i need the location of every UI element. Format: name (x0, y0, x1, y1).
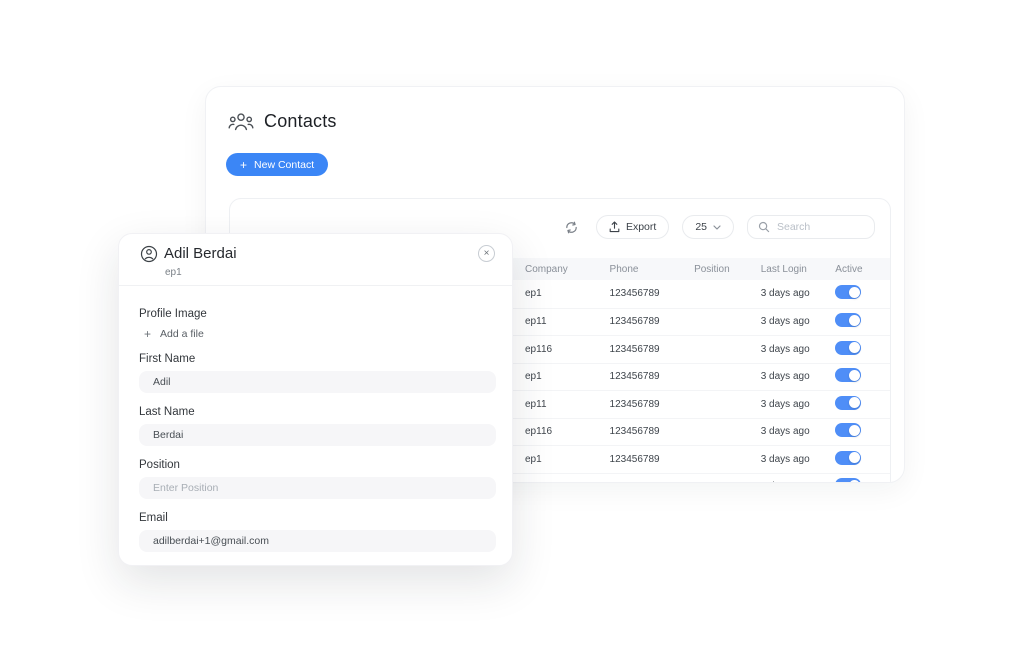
contacts-people-icon (228, 112, 254, 132)
column-header: Active (835, 264, 890, 275)
cell-last-login: 3 days ago (761, 344, 836, 355)
cell-company: ep116 (525, 344, 610, 355)
profile-image-label: Profile Image (139, 308, 492, 320)
page-header: Contacts (228, 111, 337, 132)
cell-phone: 123456789 (610, 399, 695, 410)
field-input[interactable] (139, 371, 496, 393)
new-contact-label: New Contact (254, 159, 314, 171)
plus-icon: + (240, 159, 247, 171)
cell-phone: 123456789 (610, 481, 695, 483)
cell-active (835, 478, 890, 483)
cell-last-login: 3 days ago (761, 454, 836, 465)
cell-phone: 123456789 (610, 288, 695, 299)
field-label: Email (139, 512, 492, 524)
search-icon (758, 221, 770, 233)
add-file-label: Add a file (160, 328, 204, 340)
cell-phone: 123456789 (610, 426, 695, 437)
page-title: Contacts (264, 111, 337, 132)
cell-phone: 123456789 (610, 454, 695, 465)
cell-company: ep11 (525, 316, 610, 327)
form-field: First Name (139, 353, 492, 393)
cell-company: ep1 (525, 371, 610, 382)
refresh-button[interactable] (561, 216, 583, 238)
refresh-icon (564, 220, 579, 235)
cell-active (835, 396, 890, 413)
panel-header: Adil Berdai ep1 × (119, 234, 512, 286)
form-field: Position (139, 459, 492, 499)
cell-company: ep1 (525, 288, 610, 299)
contact-edit-panel: Adil Berdai ep1 × Profile Image + Add a … (118, 233, 513, 566)
cell-phone: 123456789 (610, 344, 695, 355)
cell-company: ep11 (525, 399, 610, 410)
cell-active (835, 423, 890, 440)
contact-company: ep1 (165, 267, 182, 278)
active-toggle[interactable] (835, 285, 861, 299)
field-label: Position (139, 459, 492, 471)
column-header: Last Login (761, 264, 836, 275)
cell-phone: 123456789 (610, 371, 695, 382)
plus-icon: + (144, 328, 151, 340)
active-toggle[interactable] (835, 478, 861, 483)
form-fields: First Name Last Name Position Email (139, 353, 492, 552)
export-upload-icon (609, 221, 620, 233)
page-size-dropdown[interactable]: 25 (682, 215, 734, 239)
form-field: Last Name (139, 406, 492, 446)
field-input[interactable] (139, 477, 496, 499)
search-box[interactable] (747, 215, 875, 239)
field-input[interactable] (139, 530, 496, 552)
cell-active (835, 313, 890, 330)
active-toggle[interactable] (835, 341, 861, 355)
export-button[interactable]: Export (596, 215, 669, 239)
field-label: Last Name (139, 406, 492, 418)
cell-last-login: 3 days ago (761, 288, 836, 299)
form-field: Email (139, 512, 492, 552)
cell-company: ep1 (525, 454, 610, 465)
cell-last-login: 3 days ago (761, 426, 836, 437)
avatar-icon (140, 245, 158, 263)
active-toggle[interactable] (835, 396, 861, 410)
cell-active (835, 368, 890, 385)
column-header: Position (694, 264, 761, 275)
active-toggle[interactable] (835, 423, 861, 437)
export-label: Export (626, 221, 656, 233)
search-input[interactable] (777, 221, 857, 233)
column-header: Company (525, 264, 610, 275)
column-header: Phone (610, 264, 695, 275)
page-size-value: 25 (695, 221, 707, 233)
table-toolbar: Export 25 (561, 215, 875, 239)
cell-last-login: 3 days ago (761, 371, 836, 382)
cell-last-login: 3 days ago (761, 399, 836, 410)
cell-last-login: 3 days ago (761, 316, 836, 327)
new-contact-button[interactable]: + New Contact (226, 153, 328, 176)
cell-active (835, 341, 890, 358)
field-input[interactable] (139, 424, 496, 446)
cell-company: ep116 (525, 426, 610, 437)
panel-body: Profile Image + Add a file First Name La… (119, 308, 512, 552)
contact-name: Adil Berdai (164, 245, 237, 262)
cell-active (835, 451, 890, 468)
field-label: First Name (139, 353, 492, 365)
chevron-down-icon (713, 225, 721, 230)
cell-active (835, 285, 890, 302)
cell-last-login: 3 days ago (761, 481, 836, 483)
cell-company: ep11 (525, 481, 610, 483)
cell-phone: 123456789 (610, 316, 695, 327)
active-toggle[interactable] (835, 368, 861, 382)
close-icon[interactable]: × (478, 245, 495, 262)
active-toggle[interactable] (835, 451, 861, 465)
add-file-button[interactable]: + Add a file (139, 327, 492, 340)
active-toggle[interactable] (835, 313, 861, 327)
